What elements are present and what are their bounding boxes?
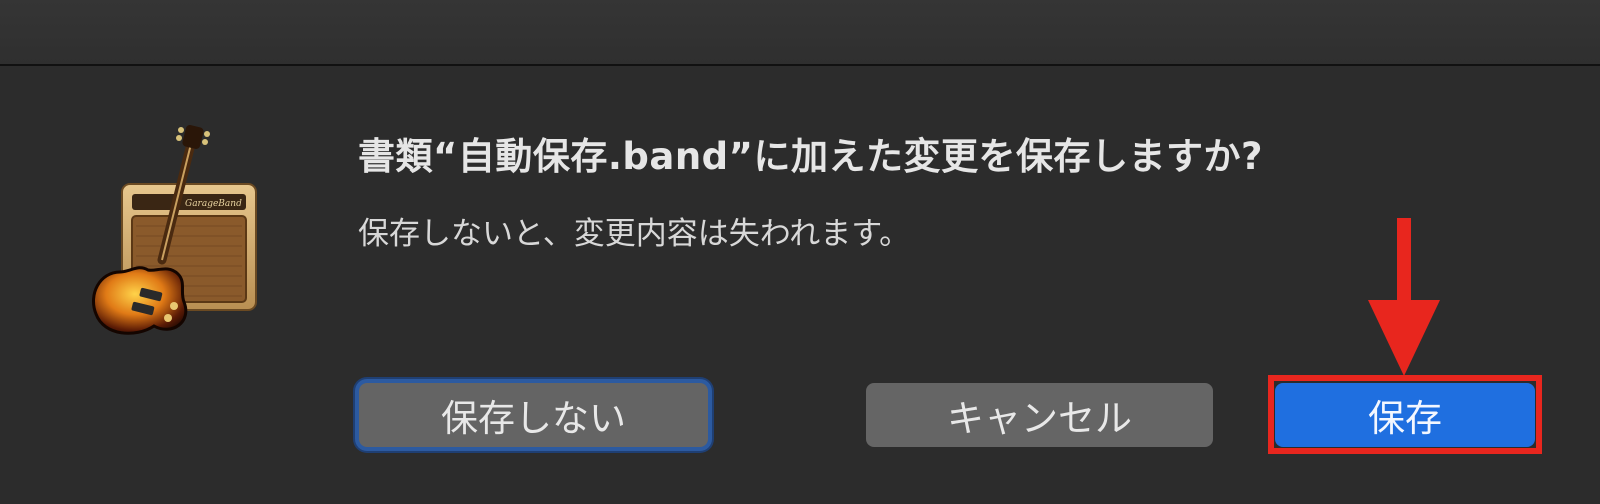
dialog-message: 保存しないと、変更内容は失われます。 xyxy=(358,216,911,252)
garageband-app-icon: GarageBand xyxy=(92,124,257,335)
window-titlebar xyxy=(0,0,1600,66)
cancel-button[interactable]: キャンセル xyxy=(866,383,1213,447)
svg-text:GarageBand: GarageBand xyxy=(185,199,242,209)
down-arrow-icon xyxy=(1368,218,1440,376)
dont-save-button[interactable]: 保存しない xyxy=(359,383,708,447)
save-button-highlight xyxy=(1268,375,1542,454)
dialog-title: 書類“自動保存.band”に加えた変更を保存しますか? xyxy=(358,135,1263,178)
